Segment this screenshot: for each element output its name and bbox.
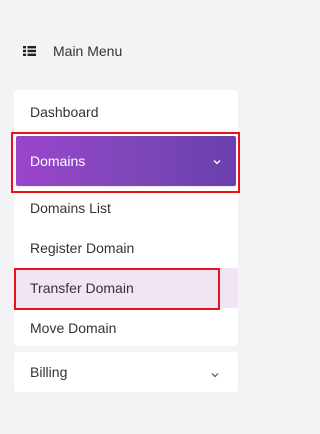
menu-item-label: Domains: [30, 153, 86, 169]
list-icon: [23, 45, 36, 57]
main-menu-sidebar: Main Menu Dashboard Domains Domains List…: [0, 0, 251, 434]
submenu-item-label: Register Domain: [30, 240, 135, 256]
submenu-item-label: Move Domain: [30, 320, 117, 336]
main-menu-header: Main Menu: [23, 41, 122, 61]
menu-panel: Dashboard Domains Domains List Register …: [14, 90, 238, 346]
submenu-item-transfer-domain[interactable]: Transfer Domain: [14, 268, 238, 308]
chevron-down-icon: [210, 367, 220, 378]
menu-item-label: Billing: [30, 364, 68, 380]
menu-item-domains[interactable]: Domains: [16, 136, 236, 186]
submenu-item-move-domain[interactable]: Move Domain: [14, 308, 238, 348]
menu-item-billing[interactable]: Billing: [14, 352, 238, 392]
menu-item-label: Dashboard: [30, 104, 99, 120]
submenu-item-domains-list[interactable]: Domains List: [14, 188, 238, 228]
submenu-item-register-domain[interactable]: Register Domain: [14, 228, 238, 268]
submenu-item-label: Domains List: [30, 200, 111, 216]
chevron-down-icon: [212, 154, 222, 165]
menu-item-dashboard[interactable]: Dashboard: [14, 92, 238, 132]
main-menu-title: Main Menu: [53, 43, 123, 59]
submenu-item-label: Transfer Domain: [30, 280, 134, 296]
